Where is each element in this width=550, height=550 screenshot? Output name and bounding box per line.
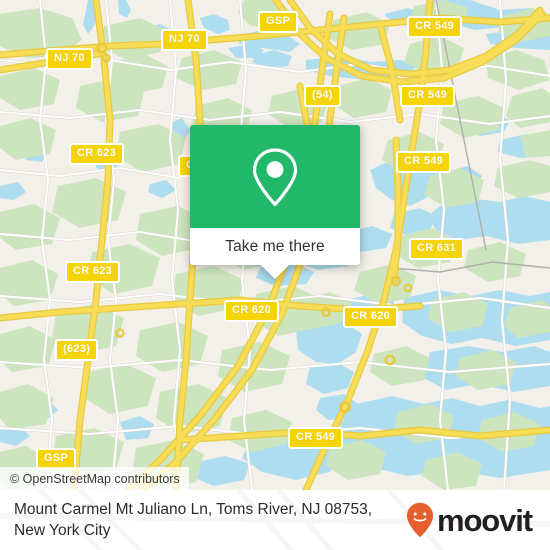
map-pin-icon	[252, 147, 298, 206]
callout-pointer-tail	[261, 265, 289, 279]
location-address: Mount Carmel Mt Juliano Ln, Toms River, …	[14, 499, 372, 541]
road-shield: CR 623	[69, 143, 125, 165]
address-line-1: Mount Carmel Mt Juliano Ln, Toms River, …	[14, 501, 373, 518]
moovit-logo[interactable]: moovit	[406, 502, 533, 538]
callout-action-label: Take me there	[225, 237, 325, 255]
attribution-text: © OpenStreetMap contributors	[10, 471, 180, 486]
address-line-2: New York City	[14, 522, 111, 539]
take-me-there-callout[interactable]: Take me there	[190, 125, 360, 279]
road-shield: CR 549	[407, 16, 463, 38]
road-shield: CR 549	[400, 85, 456, 107]
road-shield: NJ 70	[161, 29, 208, 51]
callout-action-area[interactable]: Take me there	[190, 228, 360, 265]
road-shield: CR 549	[396, 151, 452, 173]
moovit-wordmark: moovit	[436, 502, 533, 538]
road-shield: CR 620	[224, 300, 280, 322]
road-shield: GSP	[258, 11, 299, 33]
road-shield: CR 549	[288, 427, 344, 449]
map-screenshot: GSP CR 549 NJ 70 NJ 70 (54) CR 549 CR 62…	[0, 0, 550, 550]
moovit-pin-icon	[406, 502, 434, 538]
road-shield: CR 623	[65, 261, 121, 283]
road-shield: NJ 70	[46, 48, 93, 70]
road-shield: CR 620	[343, 306, 399, 328]
map-canvas[interactable]: GSP CR 549 NJ 70 NJ 70 (54) CR 549 CR 62…	[0, 0, 550, 490]
map-attribution[interactable]: © OpenStreetMap contributors	[0, 467, 189, 490]
road-shield: CR 631	[409, 238, 465, 260]
footer-bar: Mount Carmel Mt Juliano Ln, Toms River, …	[0, 490, 550, 550]
callout-icon-area	[190, 125, 360, 228]
road-shield: (54)	[304, 85, 341, 107]
road-shield: (623)	[55, 339, 99, 361]
